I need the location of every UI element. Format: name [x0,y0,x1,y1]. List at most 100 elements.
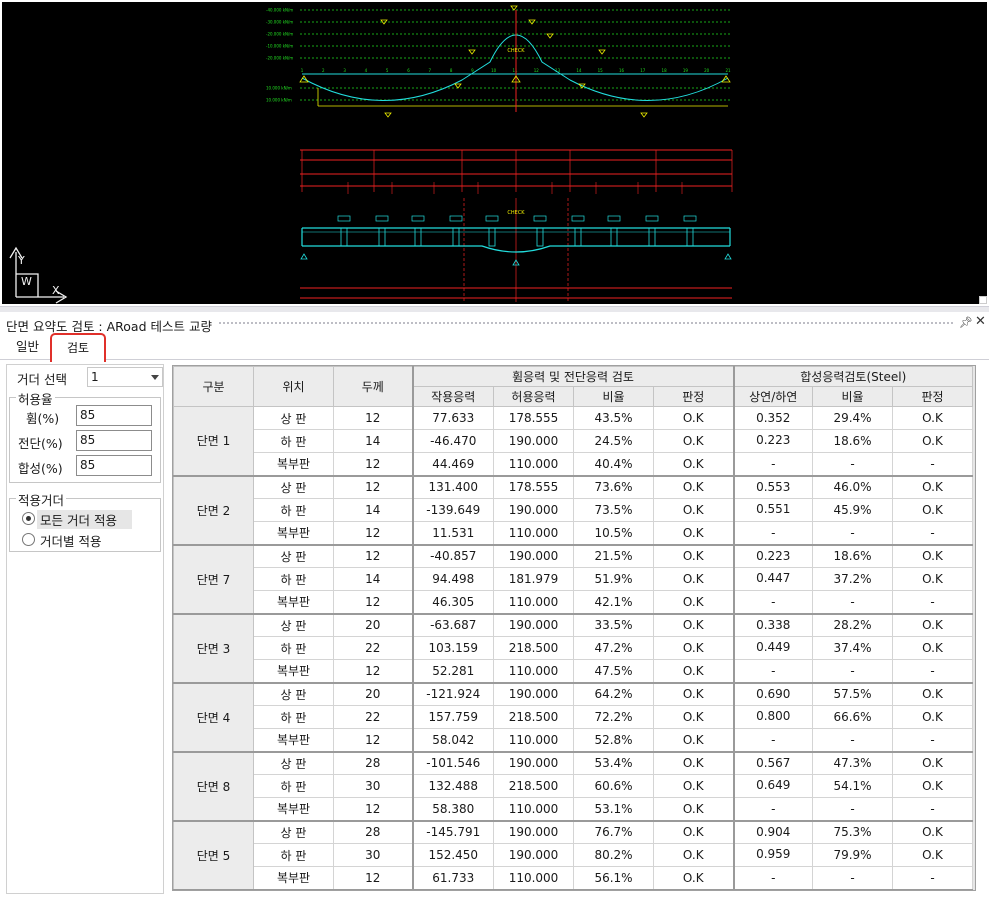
upper-lower-cell[interactable]: 0.690 [733,682,813,706]
position-cell[interactable]: 하 판 [253,636,334,660]
allowable-stress-cell[interactable]: 110.000 [493,866,574,890]
upper-lower-cell[interactable]: 0.223 [733,429,813,453]
ratio-cell[interactable]: 33.5% [573,613,654,637]
position-cell[interactable]: 하 판 [253,567,334,591]
ratio2-cell[interactable]: 45.9% [812,498,893,522]
judgement2-cell[interactable]: - [892,590,973,615]
allowable-stress-cell[interactable]: 110.000 [493,797,574,822]
judgement2-cell[interactable]: - [892,452,973,477]
applied-stress-cell[interactable]: 52.281 [412,659,494,684]
upper-lower-cell[interactable]: - [733,797,813,822]
judgement2-cell[interactable]: - [892,659,973,684]
thickness-cell[interactable]: 12 [333,475,414,499]
ratio2-cell[interactable]: 75.3% [812,820,893,844]
radio-each-girder-label[interactable]: 거더별 적용 [37,531,104,550]
thickness-cell[interactable]: 12 [333,521,414,546]
ratio2-cell[interactable]: - [812,452,893,477]
allowable-stress-cell[interactable]: 110.000 [493,521,574,546]
upper-lower-cell[interactable]: 0.904 [733,820,813,844]
ratio2-cell[interactable]: 47.3% [812,751,893,775]
judgement-cell[interactable]: O.K [653,475,735,499]
ratio-cell[interactable]: 47.5% [573,659,654,684]
position-cell[interactable]: 복부판 [253,452,334,477]
thickness-cell[interactable]: 20 [333,682,414,706]
tab-review[interactable]: 검토 [50,333,106,362]
applied-stress-cell[interactable]: -63.687 [412,613,494,637]
applied-stress-cell[interactable]: 131.400 [412,475,494,499]
header-composite-group[interactable]: 합성응력검토(Steel) [733,366,973,387]
ratio-cell[interactable]: 43.5% [573,406,654,430]
applied-stress-cell[interactable]: -101.546 [412,751,494,775]
allowable-stress-cell[interactable]: 190.000 [493,498,574,522]
upper-lower-cell[interactable]: 0.449 [733,636,813,660]
radio-each-girder[interactable] [22,533,35,546]
table-row[interactable]: 하 판 22 103.159 218.500 47.2% O.K 0.449 37.4% O.K [174,636,973,660]
thickness-cell[interactable]: 22 [333,636,414,660]
allowable-stress-cell[interactable]: 190.000 [493,751,574,775]
ratio-cell[interactable]: 40.4% [573,452,654,477]
judgement2-cell[interactable]: O.K [892,820,973,844]
ratio2-cell[interactable]: 54.1% [812,774,893,798]
judgement-cell[interactable]: O.K [653,682,735,706]
table-row[interactable]: 단면 2상 판 12 131.400 178.555 73.6% O.K 0.553 46.0… [173,475,973,546]
applied-stress-cell[interactable]: 94.498 [412,567,494,591]
applied-stress-cell[interactable]: 103.159 [412,636,494,660]
header-group[interactable]: 구분 [173,366,254,407]
position-cell[interactable]: 상 판 [253,682,334,706]
thickness-cell[interactable]: 12 [333,797,414,822]
table-row[interactable]: 하 판 14 -46.470 190.000 24.5% O.K 0.223 18.6% O.K [174,429,973,453]
ratio-cell[interactable]: 24.5% [573,429,654,453]
judgement-cell[interactable]: O.K [653,567,735,591]
table-row[interactable]: 하 판 22 157.759 218.500 72.2% O.K 0.800 66.6% O.K [174,705,973,729]
judgement-cell[interactable]: O.K [653,659,735,684]
table-row[interactable]: 단면 3상 판 20 -63.687 190.000 33.5% O.K 0.338 28.2… [173,613,973,684]
table-row[interactable]: 복부판 12 46.305 110.000 42.1% O.K - - - [174,590,973,615]
judgement-cell[interactable]: O.K [653,429,735,453]
allowable-stress-cell[interactable]: 178.555 [493,475,574,499]
ratio2-cell[interactable]: - [812,521,893,546]
upper-lower-cell[interactable]: 0.959 [733,843,813,867]
ratio-cell[interactable]: 73.5% [573,498,654,522]
judgement2-cell[interactable]: O.K [892,544,973,568]
upper-lower-cell[interactable]: - [733,521,813,546]
ratio-cell[interactable]: 76.7% [573,820,654,844]
ratio2-cell[interactable]: 28.2% [812,613,893,637]
allowable-stress-cell[interactable]: 110.000 [493,590,574,615]
position-cell[interactable]: 상 판 [253,475,334,499]
shear-field[interactable]: 85 [76,430,152,451]
table-row[interactable]: 단면 4상 판 20 -121.924 190.000 64.2% O.K 0.690 57.… [173,682,973,753]
header-upper-lower[interactable]: 상연/하연 [733,386,813,407]
upper-lower-cell[interactable]: - [733,590,813,615]
upper-lower-cell[interactable]: 0.567 [733,751,813,775]
ratio2-cell[interactable]: - [812,797,893,822]
table-row[interactable]: 복부판 12 58.042 110.000 52.8% O.K - - - [174,728,973,753]
table-row[interactable]: 하 판 14 94.498 181.979 51.9% O.K 0.447 37.2% O.K [174,567,973,591]
ratio-cell[interactable]: 64.2% [573,682,654,706]
judgement2-cell[interactable]: - [892,866,973,890]
radio-all-girders-label[interactable]: 모든 거더 적용 [37,510,132,529]
judgement-cell[interactable]: O.K [653,774,735,798]
table-row[interactable]: 하 판 14 -139.649 190.000 73.5% O.K 0.551 45.9% O.… [174,498,973,522]
judgement2-cell[interactable]: O.K [892,751,973,775]
judgement-cell[interactable]: O.K [653,590,735,615]
judgement2-cell[interactable]: O.K [892,475,973,499]
header-ratio[interactable]: 비율 [573,386,654,407]
position-cell[interactable]: 상 판 [253,820,334,844]
judgement-cell[interactable]: O.K [653,751,735,775]
upper-lower-cell[interactable]: 0.447 [733,567,813,591]
judgement2-cell[interactable]: O.K [892,567,973,591]
upper-lower-cell[interactable]: 0.800 [733,705,813,729]
ratio2-cell[interactable]: - [812,659,893,684]
applied-stress-cell[interactable]: -139.649 [412,498,494,522]
position-cell[interactable]: 복부판 [253,521,334,546]
viewport-resize-grip[interactable] [979,296,987,304]
thickness-cell[interactable]: 12 [333,590,414,615]
upper-lower-cell[interactable]: 0.649 [733,774,813,798]
allowable-stress-cell[interactable]: 218.500 [493,705,574,729]
judgement2-cell[interactable]: O.K [892,843,973,867]
upper-lower-cell[interactable]: 0.551 [733,498,813,522]
ratio2-cell[interactable]: - [812,866,893,890]
header-judgement2[interactable]: 판정 [892,386,973,407]
judgement-cell[interactable]: O.K [653,544,735,568]
position-cell[interactable]: 하 판 [253,429,334,453]
